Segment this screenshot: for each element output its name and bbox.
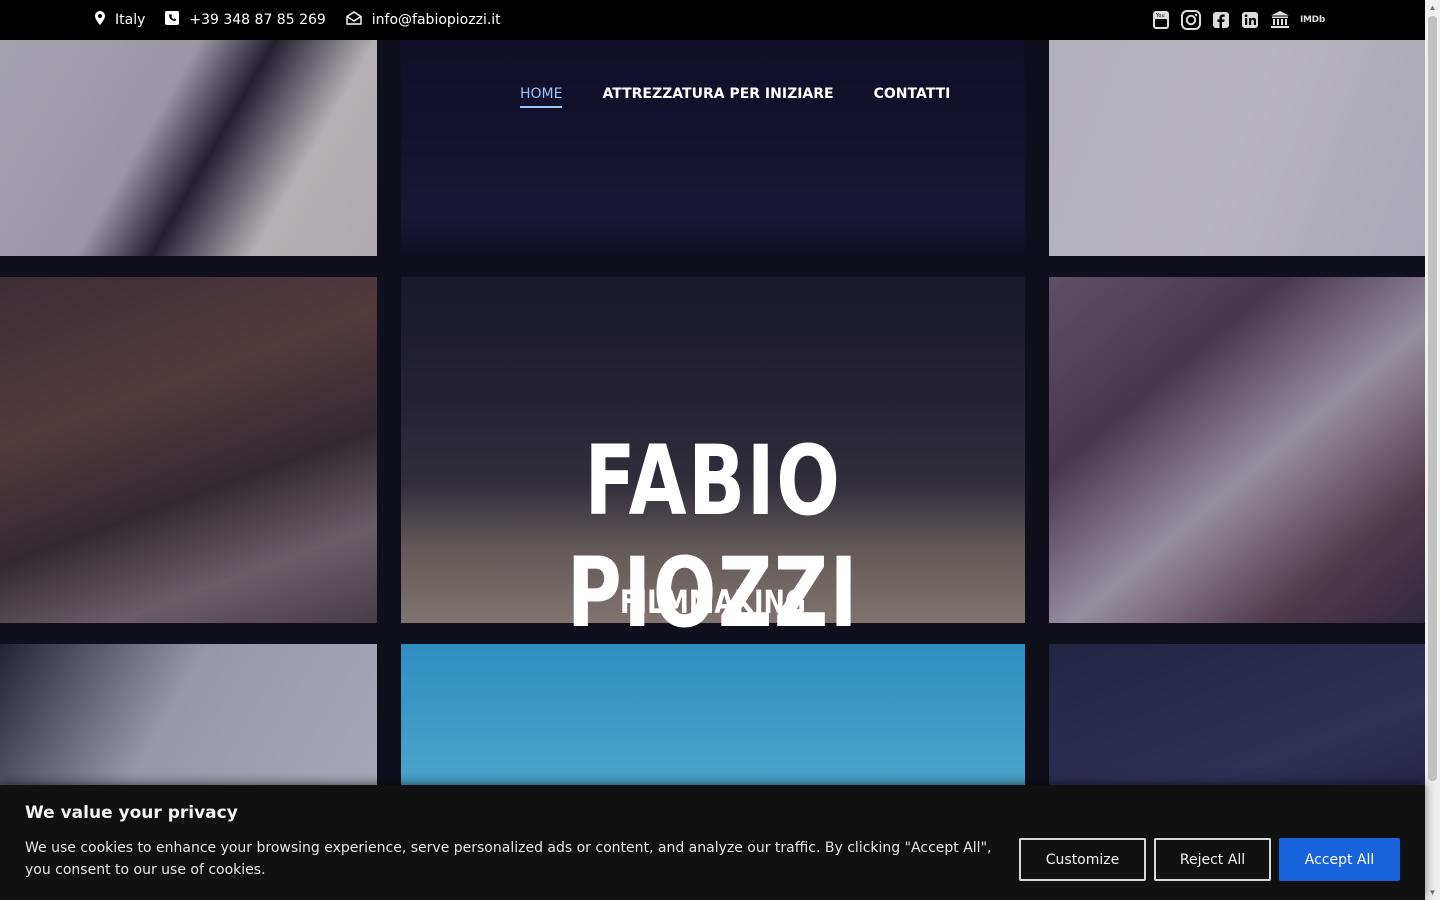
top-bar: Italy +39 348 87 85 269 info@fabiopiozzi…: [0, 0, 1425, 40]
gallery-image-stage: [401, 40, 1025, 256]
nav-item-contatti[interactable]: CONTATTI: [874, 86, 951, 108]
instagram-icon[interactable]: [1180, 9, 1202, 31]
hero-subtitle: FILMMAKING: [620, 583, 806, 621]
cookie-text: We use cookies to enhance your browsing …: [25, 840, 992, 878]
youtube-icon[interactable]: You: [1151, 10, 1171, 30]
contact-info: Italy +39 348 87 85 269 info@fabiopiozzi…: [95, 11, 521, 29]
facebook-icon[interactable]: [1211, 10, 1231, 30]
gallery-image-business: [0, 40, 377, 256]
phone-text[interactable]: +39 348 87 85 269: [189, 12, 325, 28]
cookie-banner: We value your privacy We use cookies to …: [0, 785, 1425, 900]
cookie-heading: We value your privacy: [25, 803, 238, 823]
nav-item-home[interactable]: HOME: [520, 86, 563, 108]
reject-all-button[interactable]: Reject All: [1154, 838, 1271, 881]
page-scrollbar[interactable]: ▲ ▼: [1425, 0, 1440, 900]
museum-icon[interactable]: [1269, 10, 1291, 30]
email-item[interactable]: info@fabiopiozzi.it: [346, 11, 501, 29]
envelope-icon: [346, 11, 372, 29]
linkedin-icon[interactable]: [1240, 10, 1260, 30]
svg-text:You: You: [1155, 13, 1165, 19]
gallery-image-wedding: [1049, 40, 1425, 256]
phone-item[interactable]: +39 348 87 85 269: [165, 11, 326, 29]
scroll-thumb[interactable]: [1428, 16, 1437, 781]
phone-icon: [165, 11, 189, 29]
map-pin-icon: [95, 11, 115, 29]
scroll-down-arrow-icon[interactable]: ▼: [1425, 885, 1440, 900]
gallery-image-village: [1049, 277, 1425, 623]
gallery-image-temple: [0, 277, 377, 623]
email-text[interactable]: info@fabiopiozzi.it: [372, 12, 501, 28]
location-item: Italy: [95, 11, 145, 29]
social-links: You IMDb: [1151, 9, 1325, 31]
scroll-up-arrow-icon[interactable]: ▲: [1425, 0, 1440, 15]
nav-item-attrezzatura[interactable]: ATTREZZATURA PER INIZIARE: [602, 86, 833, 108]
location-text: Italy: [115, 12, 146, 28]
customize-button[interactable]: Customize: [1019, 838, 1146, 881]
imdb-icon[interactable]: IMDb: [1300, 15, 1325, 25]
main-nav: HOME ATTREZZATURA PER INIZIARE CONTATTI: [520, 86, 950, 108]
accept-all-button[interactable]: Accept All: [1279, 838, 1400, 881]
